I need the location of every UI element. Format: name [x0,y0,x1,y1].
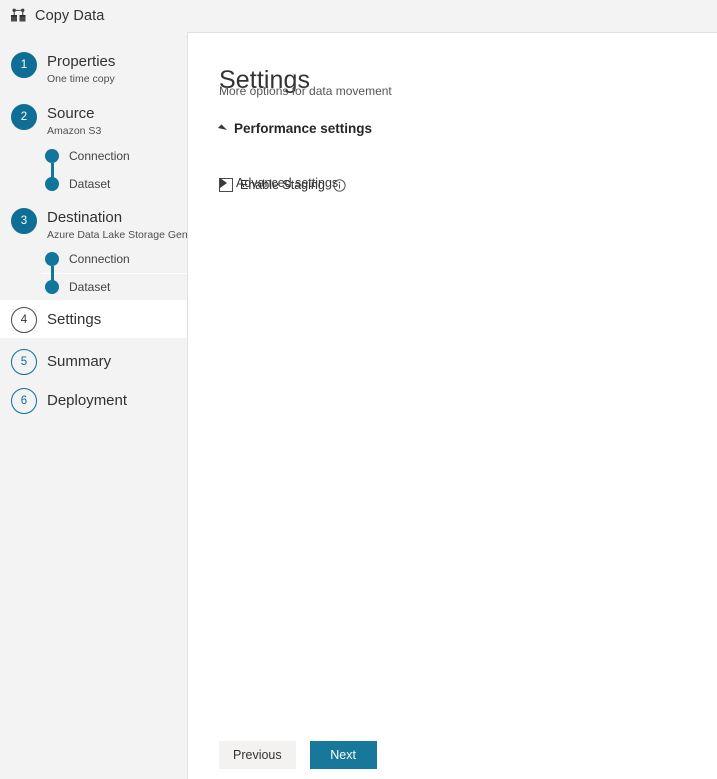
step-badge-3: 3 [11,208,37,234]
section-advanced-settings[interactable]: Advanced settings [219,176,338,190]
step-title-properties: Properties [47,53,116,70]
sidebar-substep-destination-connection[interactable]: Connection [45,245,130,273]
sidebar-step-source[interactable]: 2 Source Amazon S3 [0,103,101,145]
sidebar-step-properties[interactable]: 1 Properties One time copy [0,51,115,93]
step-badge-1: 1 [11,52,37,78]
sidebar-step-settings[interactable]: 4 Settings [0,300,187,338]
section-performance-settings[interactable]: Performance settings [217,121,373,136]
step-title-source: Source [47,105,95,122]
substep-label: Connection [69,252,130,266]
substeps-destination: Connection Dataset [45,245,130,301]
step-title-settings: Settings [47,310,102,328]
next-button[interactable]: Next [309,741,377,769]
step-badge-2: 2 [11,104,37,130]
step-title-destination: Destination [47,209,123,226]
sidebar-substep-source-dataset[interactable]: Dataset [45,170,130,198]
settings-panel: Settings More options for data movement … [187,32,717,779]
step-subtitle-destination: Azure Data Lake Storage Gen1 [47,229,194,241]
substep-label: Connection [69,149,130,163]
wizard-sidebar: 1 Properties One time copy 2 Source Amaz… [0,32,194,779]
window-title: Copy Data [35,8,105,24]
substep-dot [45,177,59,191]
page-subtitle: More options for data movement [219,84,392,98]
section-label-performance: Performance settings [234,121,373,136]
step-title-deployment: Deployment [47,391,128,409]
copy-data-icon [11,8,26,22]
step-badge-6: 6 [11,387,37,414]
step-badge-4: 4 [11,306,37,333]
sidebar-substep-destination-dataset[interactable]: Dataset [45,273,130,301]
sidebar-step-summary[interactable]: 5 Summary [0,347,111,375]
chevron-down-icon [217,123,228,134]
chevron-right-icon [220,178,227,188]
substep-dot [45,149,59,163]
substep-label: Dataset [69,177,111,191]
previous-button[interactable]: Previous [219,741,296,769]
section-label-advanced: Advanced settings [236,176,339,190]
step-subtitle-source: Amazon S3 [47,125,102,137]
step-title-summary: Summary [47,352,112,370]
substep-dot [45,252,59,266]
sidebar-substep-source-connection[interactable]: Connection [45,142,130,170]
step-badge-5: 5 [11,348,37,375]
substep-label: Dataset [69,280,111,294]
sidebar-step-deployment[interactable]: 6 Deployment [0,386,127,414]
wizard-footer: Previous Next [219,741,377,769]
substeps-source: Connection Dataset [45,142,130,198]
substep-dot [45,280,59,294]
window-header: Copy Data [0,0,717,32]
step-subtitle-properties: One time copy [47,73,115,85]
